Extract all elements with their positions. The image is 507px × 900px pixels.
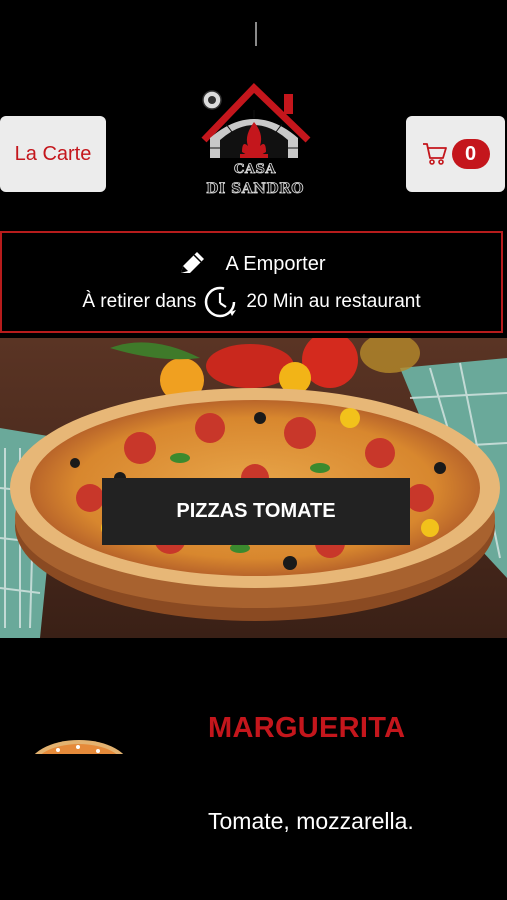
cart-button[interactable]: 0 xyxy=(406,116,505,192)
order-mode-panel[interactable]: A Emporter À retirer dans 20 Min au rest… xyxy=(0,231,503,333)
pencil-icon[interactable] xyxy=(177,251,207,277)
restaurant-logo[interactable]: CASA DI SANDRO xyxy=(196,82,314,204)
pizza-thumbnail xyxy=(34,740,124,754)
menu-button[interactable]: La Carte xyxy=(0,116,106,192)
product-image[interactable] xyxy=(28,738,130,754)
order-mode-label: A Emporter xyxy=(225,252,326,275)
top-divider xyxy=(255,22,257,46)
logo-text-line1: CASA xyxy=(234,162,276,178)
clock-icon xyxy=(205,286,237,318)
category-hero-image[interactable]: PIZZAS TOMATE xyxy=(0,338,507,638)
pickup-prefix-text: À retirer dans xyxy=(82,291,197,312)
product-name[interactable]: MARGUERITA xyxy=(208,712,405,745)
cart-count-badge: 0 xyxy=(451,139,490,169)
cart-icon xyxy=(422,143,447,165)
pickup-suffix-text: 20 Min au restaurant xyxy=(246,291,421,312)
category-title-button[interactable]: PIZZAS TOMATE xyxy=(102,478,410,545)
logo-text-line2: DI SANDRO xyxy=(206,181,304,198)
product-description: Tomate, mozzarella. xyxy=(208,808,414,834)
menu-button-label: La Carte xyxy=(14,142,92,165)
